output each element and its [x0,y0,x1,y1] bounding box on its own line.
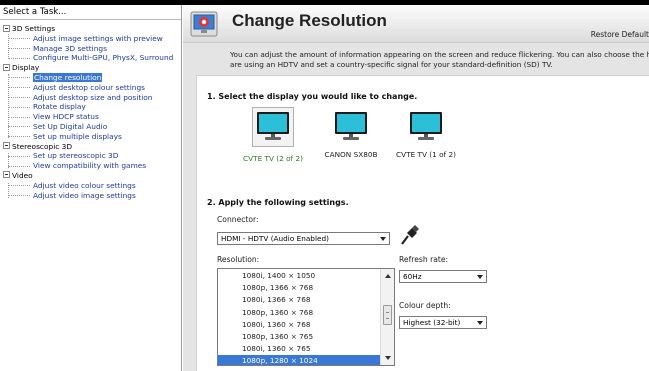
resolution-option[interactable]: 1080p, 1360 × 768 [218,307,381,319]
arrow-down-icon [385,356,391,360]
resolution-option[interactable]: 1080i, 1360 × 768 [218,319,381,331]
task-change-resolution[interactable]: Change resolution [0,72,181,83]
tree-category-video[interactable]: Video [0,171,181,181]
tree-category-display[interactable]: Display [0,63,181,73]
tree-category-3d-settings[interactable]: 3D Settings [0,24,181,34]
refresh-rate-dropdown[interactable]: 60Hz [399,270,487,283]
resolution-scrollbar[interactable] [380,269,394,365]
task-manage-3d-settings[interactable]: Manage 3D settings [0,44,181,54]
resolution-label: Resolution: [217,255,260,264]
task-set-up-multiple-displays[interactable]: Set up multiple displays [0,132,181,142]
section-apply-settings-title: 2. Apply the following settings. [207,198,349,207]
display-option-cvte-1[interactable]: CVTE TV (1 of 2) [386,111,466,159]
collapse-icon[interactable] [3,142,10,150]
resolution-option[interactable]: 1080p, 1360 × 765 [218,331,381,343]
intro-line: You can adjust the amount of information… [230,50,649,59]
display-label: CVTE TV (1 of 2) [396,150,456,159]
intro-line: are using an HDTV and set a country-spec… [230,59,553,69]
chevron-down-icon [477,321,483,325]
colour-depth-dropdown[interactable]: Highest (32-bit) [399,316,487,329]
hdmi-plug-icon [401,225,419,245]
chevron-down-icon [380,237,386,241]
collapse-icon[interactable] [3,63,10,71]
resolution-option[interactable]: 1080p, 1366 × 768 [218,282,381,294]
resolution-items: 1080i, 1400 × 1050 1080p, 1366 × 768 108… [218,270,381,365]
task-adjust-video-colour[interactable]: Adjust video colour settings [0,181,181,191]
display-option-canon[interactable]: CANON SX80B [311,111,391,159]
collapse-icon[interactable] [3,171,10,179]
display-option-cvte-2[interactable]: CVTE TV (2 of 2) [233,107,313,163]
refresh-rate-label: Refresh rate: [399,255,449,264]
resolution-option[interactable]: 1080i, 1400 × 1050 [218,270,381,282]
task-rotate-display[interactable]: Rotate display [0,102,181,112]
connector-value: HDMI - HDTV (Audio Enabled) [221,234,329,243]
monitor-icon [252,107,294,147]
restore-defaults-link[interactable]: Restore Default [591,30,649,39]
scroll-up-button[interactable] [381,269,394,282]
display-settings-icon [190,11,218,37]
task-pane-header: Select a Task... [0,5,181,20]
connector-label: Connector: [217,215,259,224]
scroll-down-button[interactable] [381,352,394,365]
page-banner: Change Resolution Restore Default [183,5,649,43]
task-view-compatibility[interactable]: View compatibility with games [0,161,181,171]
colour-depth-label: Colour depth: [399,301,451,310]
arrow-up-icon [385,274,391,278]
display-label: CANON SX80B [324,150,378,159]
intro-text: You can adjust the amount of information… [230,50,649,69]
page-title: Change Resolution [232,11,387,30]
task-adjust-image-settings[interactable]: Adjust image settings with preview [0,34,181,44]
task-set-up-digital-audio[interactable]: Set Up Digital Audio [0,122,181,132]
resolution-option[interactable]: 1080i, 1360 × 765 [218,343,381,355]
task-tree: 3D Settings Adjust image settings with p… [0,20,181,200]
resolution-option-selected[interactable]: 1080p, 1280 × 1024 [218,355,381,365]
task-view-hdcp-status[interactable]: View HDCP status [0,112,181,122]
refresh-rate-value: 60Hz [403,272,422,281]
task-pane: Select a Task... 3D Settings Adjust imag… [0,5,182,371]
tree-category-stereoscopic-3d[interactable]: Stereoscopic 3D [0,142,181,152]
resolution-option[interactable]: 1080i, 1366 × 768 [218,294,381,306]
section-select-display-title: 1. Select the display you would like to … [207,92,418,101]
settings-panel: 1. Select the display you would like to … [196,75,649,371]
collapse-icon[interactable] [3,24,10,32]
scrollbar-thumb[interactable] [383,305,392,325]
task-configure-multi-gpu[interactable]: Configure Multi-GPU, PhysX, Surround [0,53,181,63]
task-adjust-desktop-size[interactable]: Adjust desktop size and position [0,93,181,103]
chevron-down-icon [477,275,483,279]
content-area: Change Resolution Restore Default You ca… [183,5,649,371]
display-label: CVTE TV (2 of 2) [243,154,303,163]
colour-depth-value: Highest (32-bit) [403,318,461,327]
task-set-up-stereoscopic-3d[interactable]: Set up stereoscopic 3D [0,151,181,161]
resolution-listbox[interactable]: 1080i, 1400 × 1050 1080p, 1366 × 768 108… [217,268,395,366]
connector-dropdown[interactable]: HDMI - HDTV (Audio Enabled) [217,232,390,245]
monitor-icon [409,111,443,143]
task-adjust-video-image[interactable]: Adjust video image settings [0,191,181,201]
monitor-icon [334,111,368,143]
task-adjust-desktop-colour[interactable]: Adjust desktop colour settings [0,83,181,93]
